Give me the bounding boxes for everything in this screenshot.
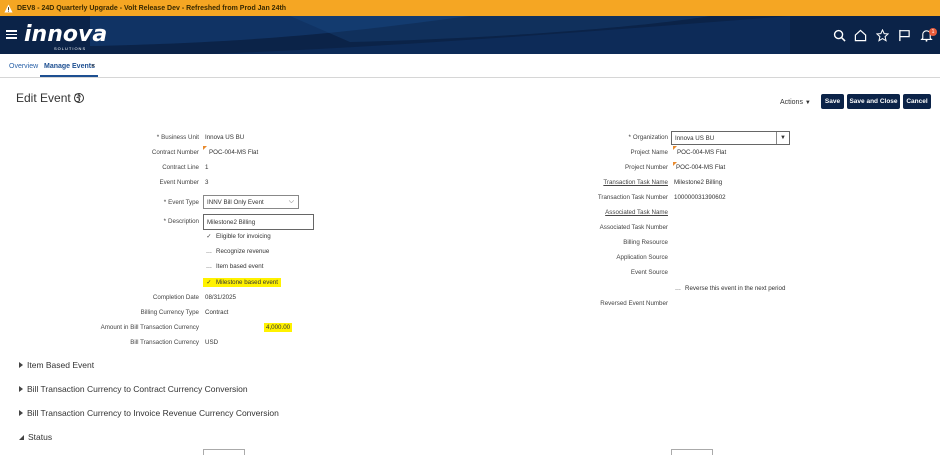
eligible-for-invoicing-checkbox[interactable]: ✓ Eligible for invoicing [205,233,270,240]
event-number-label: Event Number [159,179,199,186]
application-source-label: Application Source [616,254,668,261]
organization-value: Innova US BU [675,134,715,142]
save-button[interactable]: Save [821,94,844,109]
logo-subtitle: SOLUTIONS [54,46,87,51]
event-type-value: INNV Bill Only Event [207,198,264,206]
event-type-label: * Event Type [163,199,199,206]
contract-line-label: Contract Line [162,164,199,171]
checkmark-icon: ✓ [206,233,212,240]
organization-select[interactable]: Innova US BU ▼ [671,131,790,145]
expand-triangle-icon [19,410,23,416]
amount-value: 4,000.00 [264,323,293,332]
contract-number-label: Contract Number [151,149,199,156]
expand-triangle-icon [19,362,23,368]
home-icon[interactable] [854,29,867,42]
active-tab-indicator [40,75,98,77]
favorites-star-icon[interactable] [875,28,890,42]
orange-indicator-icon [203,146,207,150]
section-label: Item Based Event [27,360,95,370]
unchecked-icon: … [674,285,682,292]
environment-banner: DEV8 - 24D Quarterly Upgrade - Volt Rele… [0,0,940,16]
transaction-task-number-value: 100000031390602 [674,194,726,201]
dropdown-arrow-icon[interactable]: ▼ [776,132,789,144]
billing-resource-label: Billing Resource [623,239,668,246]
project-name-value: POC-004-MS Flat [677,149,727,156]
section-item-based-event[interactable]: Item Based Event [19,360,94,370]
contract-number-value: POC-004-MS Flat [209,149,259,156]
tab-manage-events[interactable]: Manage Events [44,63,95,70]
warning-icon [4,3,13,13]
completion-date-label: Completion Date [152,294,199,301]
flag-icon[interactable] [898,29,911,42]
tab-bar: Overview Manage Events × [0,54,940,78]
completion-date-value: 08/31/2025 [205,294,236,301]
chevron-down-icon: ▼ [804,100,811,106]
description-label: * Description [163,218,199,225]
section-label: Bill Transaction Currency to Contract Cu… [27,384,248,394]
checkmark-icon: ✓ [206,279,212,286]
contract-line-value: 1 [205,164,209,171]
project-name-label: Project Name [630,149,668,156]
bill-transaction-currency-value: USD [205,339,219,346]
section-label: Bill Transaction Currency to Invoice Rev… [27,408,279,418]
billing-currency-type-label: Billing Currency Type [140,309,199,316]
close-tab-icon[interactable]: × [91,63,95,70]
header-swoosh-decoration [90,16,790,54]
status-field-edge [671,449,713,455]
bill-transaction-currency-label: Bill Transaction Currency [130,339,199,346]
associated-task-number-label: Associated Task Number [599,224,668,231]
event-type-select[interactable]: INNV Bill Only Event ⌵ [203,195,299,209]
menu-icon[interactable] [6,30,17,39]
business-unit-value: Innova US BU [205,134,245,141]
associated-task-name-label[interactable]: Associated Task Name [605,209,668,216]
transaction-task-name-label[interactable]: Transaction Task Name [603,179,668,186]
reversed-event-number-label: Reversed Event Number [600,300,668,307]
expand-triangle-icon [19,386,23,392]
notification-count-badge: 1 [929,28,937,36]
business-unit-label: * Business Unit [156,134,199,141]
unchecked-icon: … [205,263,213,270]
cancel-button[interactable]: Cancel [903,94,931,109]
page-title: Edit Event 3 [16,91,81,105]
transaction-task-number-label: Transaction Task Number [597,194,668,201]
actions-menu[interactable]: Actions ▼ [780,99,811,106]
reverse-event-checkbox[interactable]: … Reverse this event in the next period [674,285,786,292]
event-number-value: 3 [205,179,209,186]
app-header: innova SOLUTIONS 1 [0,16,940,54]
billing-currency-type-value: Contract [205,309,229,316]
project-number-label: Project Number [625,164,668,171]
unchecked-icon: … [205,248,213,255]
actions-label: Actions [780,99,803,106]
organization-label: * Organization [628,134,668,141]
project-number-value: POC-004-MS Flat [676,164,726,171]
search-icon[interactable] [833,29,846,42]
tab-overview[interactable]: Overview [9,63,38,70]
milestone-based-event-checkbox[interactable]: ✓ Milestone based event [203,278,281,287]
collapse-triangle-icon [19,434,24,440]
banner-text: DEV8 - 24D Quarterly Upgrade - Volt Rele… [17,4,287,12]
amount-label: Amount in Bill Transaction Currency [100,324,199,331]
help-icon[interactable]: ? [74,93,84,103]
item-based-event-checkbox[interactable]: … Item based event [205,263,264,270]
section-contract-currency-conversion[interactable]: Bill Transaction Currency to Contract Cu… [19,384,248,394]
description-input[interactable]: Milestone2 Billing [203,214,314,230]
status-field-edge [203,449,245,455]
section-invoice-revenue-currency-conversion[interactable]: Bill Transaction Currency to Invoice Rev… [19,408,279,418]
event-source-label: Event Source [630,269,668,276]
transaction-task-name-value: Milestone2 Billing [674,179,723,186]
section-label: Status [28,432,53,442]
section-status[interactable]: Status [19,432,52,442]
save-and-close-button[interactable]: Save and Close [847,94,900,109]
innova-logo: innova [24,22,108,47]
recognize-revenue-checkbox[interactable]: … Recognize revenue [205,248,269,255]
chevron-down-icon: ⌵ [288,198,294,205]
